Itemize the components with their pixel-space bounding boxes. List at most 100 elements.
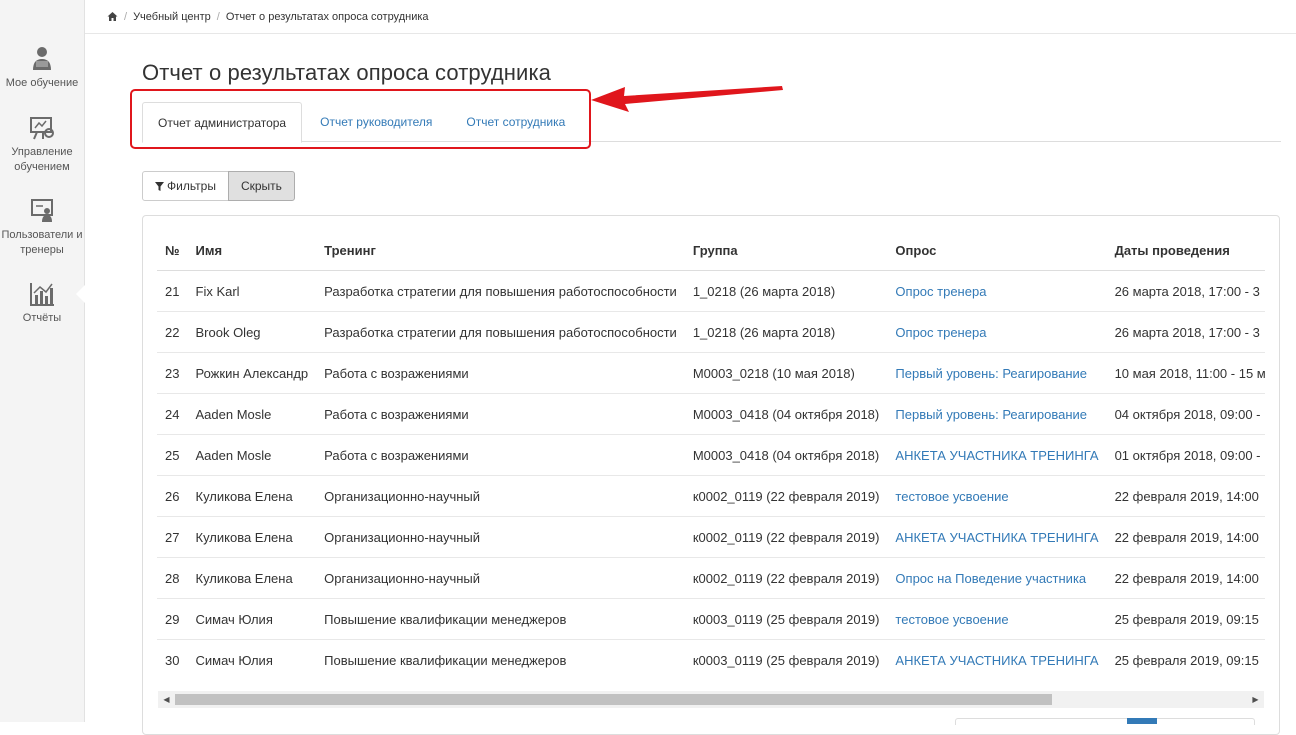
cell-group: к0002_0119 (22 февраля 2019) [684, 516, 888, 558]
table-row: 22 Brook Oleg Разработка стратегии для пов… [157, 311, 1265, 353]
home-icon[interactable] [107, 11, 118, 22]
cell-survey-link[interactable]: АНКЕТА УЧАСТНИКА ТРЕНИНГА [895, 530, 1098, 545]
cell-survey-link[interactable]: АНКЕТА УЧАСТНИКА ТРЕНИНГА [895, 448, 1098, 463]
cell-group: М0003_0418 (04 октября 2018) [684, 434, 888, 476]
column-header-training[interactable]: Тренинг [316, 230, 685, 271]
scrollbar-thumb[interactable] [175, 694, 1052, 705]
cell-dates: 25 февраля 2019, 09:15 [1106, 639, 1265, 670]
column-header-name[interactable]: Имя [187, 230, 317, 271]
table-row: 23 Рожкин Александр Работа с возражениями М… [157, 352, 1265, 394]
cell-group: к0002_0119 (22 февраля 2019) [684, 475, 888, 517]
chart-icon [28, 281, 56, 307]
table-row: 25 Aaden Mosle Работа с возражениями М0003_… [157, 434, 1265, 476]
column-header-dates[interactable]: Даты проведения [1106, 230, 1265, 271]
pagination-active-page[interactable] [1127, 718, 1157, 724]
results-table: № Имя Тренинг Группа Опрос Даты проведен… [157, 230, 1265, 670]
table-header-row: № Имя Тренинг Группа Опрос Даты проведен… [157, 230, 1265, 271]
table-row: 24 Aaden Mosle Работа с возражениями М0003_… [157, 393, 1265, 435]
horizontal-scrollbar[interactable]: ◀ ▶ [158, 691, 1264, 708]
cell-survey-link[interactable]: Первый уровень: Реагирование [895, 366, 1087, 381]
filters-button[interactable]: Фильтры [142, 171, 229, 201]
sidebar-item-learning-management[interactable]: Управление обучением [0, 115, 84, 175]
cell-training: Работа с возражениями [316, 434, 685, 476]
sidebar-item-users-trainers[interactable]: Пользователи и тренеры [0, 198, 84, 258]
breadcrumb: / Учебный центр / Отчет о результатах оп… [85, 0, 1296, 34]
breadcrumb-separator: / [124, 10, 128, 23]
cell-survey: тестовое усвоение [887, 598, 1107, 640]
breadcrumb-item-current: Отчет о результатах опроса сотрудника [225, 10, 429, 23]
cell-survey-link[interactable]: тестовое усвоение [895, 612, 1008, 627]
cell-dates: 04 октября 2018, 09:00 - [1106, 393, 1265, 435]
cell-name: Aaden Mosle [187, 434, 317, 476]
sidebar-item-my-learning[interactable]: Мое обучение [0, 46, 84, 91]
cell-name: Симач Юлия [187, 639, 317, 670]
cell-dates: 26 марта 2018, 17:00 - 3 [1106, 270, 1265, 312]
cell-survey-link[interactable]: АНКЕТА УЧАСТНИКА ТРЕНИНГА [895, 653, 1098, 668]
cell-survey: АНКЕТА УЧАСТНИКА ТРЕНИНГА [887, 434, 1107, 476]
cell-number: 27 [157, 516, 188, 558]
cell-survey: тестовое усвоение [887, 475, 1107, 517]
cell-group: 1_0218 (26 марта 2018) [684, 270, 888, 312]
cell-training: Организационно-научный [316, 557, 685, 599]
cell-survey-link[interactable]: Опрос тренера [895, 284, 986, 299]
cell-survey: Первый уровень: Реагирование [887, 393, 1107, 435]
sidebar-item-label: Мое обучение [5, 77, 79, 89]
column-header-survey[interactable]: Опрос [887, 230, 1107, 271]
cell-number: 21 [157, 270, 188, 312]
cell-name: Brook Oleg [187, 311, 317, 353]
annotation-arrow-icon [591, 86, 783, 112]
cell-number: 26 [157, 475, 188, 517]
breadcrumb-item-training-center[interactable]: Учебный центр [133, 11, 211, 23]
cell-dates: 22 февраля 2019, 14:00 [1106, 516, 1265, 558]
cell-number: 23 [157, 352, 188, 394]
cell-number: 24 [157, 393, 188, 435]
cell-dates: 01 октября 2018, 09:00 - [1106, 434, 1265, 476]
sidebar-item-reports[interactable]: Отчёты [0, 281, 84, 326]
annotation-highlight-box [130, 89, 591, 149]
page-title: Отчет о результатах опроса сотрудника [142, 60, 551, 85]
results-table-container: № Имя Тренинг Группа Опрос Даты проведен… [157, 230, 1265, 670]
table-row: 28 Куликова Елена Организационно-научный к0… [157, 557, 1265, 599]
cell-survey-link[interactable]: тестовое усвоение [895, 489, 1008, 504]
presentation-gear-icon [28, 115, 56, 141]
cell-name: Куликова Елена [187, 557, 317, 599]
cell-name: Рожкин Александр [187, 352, 317, 394]
cell-group: к0003_0119 (25 февраля 2019) [684, 598, 888, 640]
scroll-right-icon[interactable]: ▶ [1247, 691, 1264, 708]
cell-group: к0003_0119 (25 февраля 2019) [684, 639, 888, 670]
cell-survey-link[interactable]: Опрос на Поведение участника [895, 571, 1086, 586]
trainer-board-icon [28, 198, 56, 224]
sidebar-item-label: Управление обучением [11, 146, 73, 173]
cell-number: 28 [157, 557, 188, 599]
filter-icon [155, 181, 164, 191]
cell-group: М0003_0418 (04 октября 2018) [684, 393, 888, 435]
scroll-left-icon[interactable]: ◀ [158, 691, 175, 708]
filter-button-group: Фильтры Скрыть [142, 171, 295, 201]
cell-number: 22 [157, 311, 188, 353]
cell-survey-link[interactable]: Опрос тренера [895, 325, 986, 340]
cell-dates: 22 февраля 2019, 14:00 [1106, 557, 1265, 599]
cell-dates: 10 мая 2018, 11:00 - 15 м [1106, 352, 1265, 394]
cell-survey-link[interactable]: Первый уровень: Реагирование [895, 407, 1087, 422]
cell-training: Разработка стратегии для повышения работ… [316, 270, 685, 312]
cell-group: к0002_0119 (22 февраля 2019) [684, 557, 888, 599]
hide-filters-button[interactable]: Скрыть [227, 171, 295, 201]
cell-survey: АНКЕТА УЧАСТНИКА ТРЕНИНГА [887, 516, 1107, 558]
cell-survey: Опрос на Поведение участника [887, 557, 1107, 599]
sidebar-item-label: Отчёты [22, 312, 62, 324]
cell-training: Повышение квалификации менеджеров [316, 598, 685, 640]
cell-training: Повышение квалификации менеджеров [316, 639, 685, 670]
table-row: 27 Куликова Елена Организационно-научный к0… [157, 516, 1265, 558]
sidebar-item-label: Пользователи и тренеры [1, 229, 83, 256]
cell-name: Fix Karl [187, 270, 317, 312]
cell-number: 29 [157, 598, 188, 640]
cell-name: Куликова Елена [187, 475, 317, 517]
column-header-number[interactable]: № [157, 230, 188, 271]
cell-training: Организационно-научный [316, 475, 685, 517]
student-icon [28, 46, 56, 72]
filters-button-label: Фильтры [167, 179, 216, 193]
breadcrumb-separator: / [216, 10, 220, 23]
cell-group: 1_0218 (26 марта 2018) [684, 311, 888, 353]
column-header-group[interactable]: Группа [684, 230, 888, 271]
cell-survey: Первый уровень: Реагирование [887, 352, 1107, 394]
